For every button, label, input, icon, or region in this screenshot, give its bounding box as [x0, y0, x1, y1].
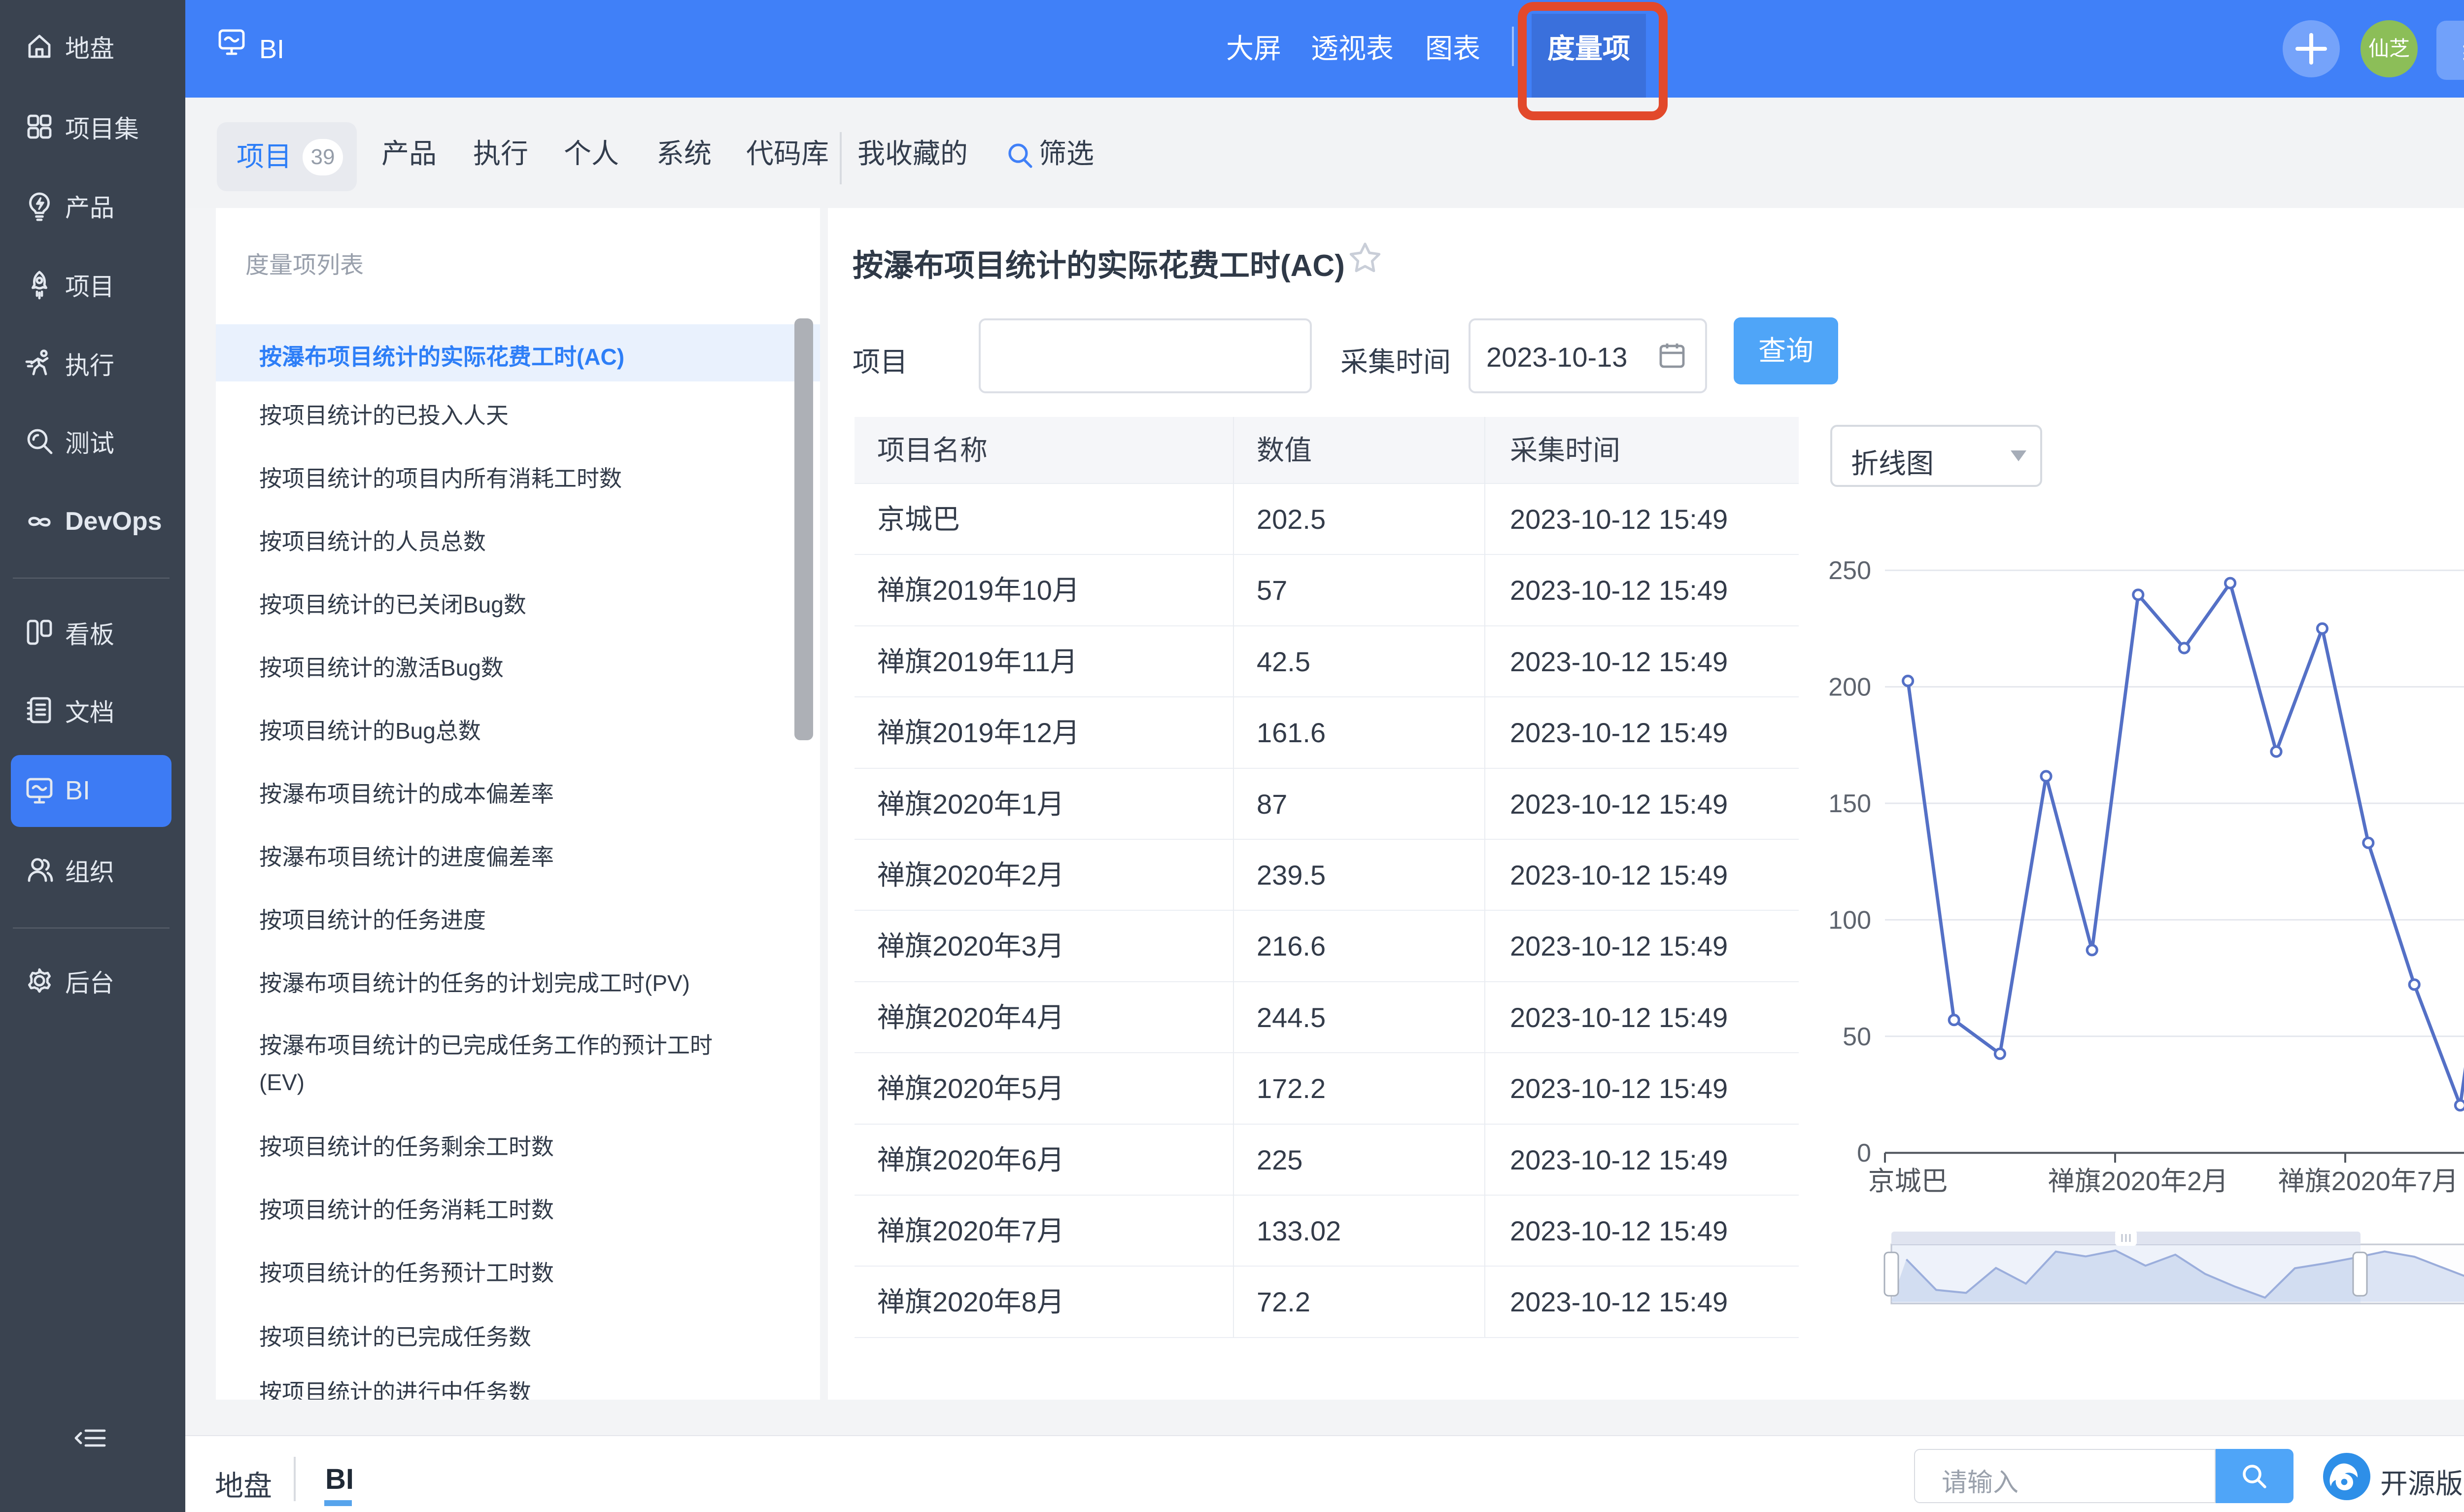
- svg-text:200: 200: [1828, 673, 1871, 702]
- svg-text:0: 0: [1857, 1139, 1871, 1168]
- svg-text:禅旗2020年7月: 禅旗2020年7月: [2278, 1167, 2459, 1196]
- svg-text:100: 100: [1828, 906, 1871, 934]
- svg-text:禅旗2020年2月: 禅旗2020年2月: [2048, 1167, 2228, 1196]
- svg-text:250: 250: [1828, 556, 1871, 585]
- svg-text:50: 50: [1843, 1023, 1871, 1051]
- svg-text:京城巴: 京城巴: [1868, 1167, 1948, 1196]
- svg-text:150: 150: [1828, 790, 1871, 818]
